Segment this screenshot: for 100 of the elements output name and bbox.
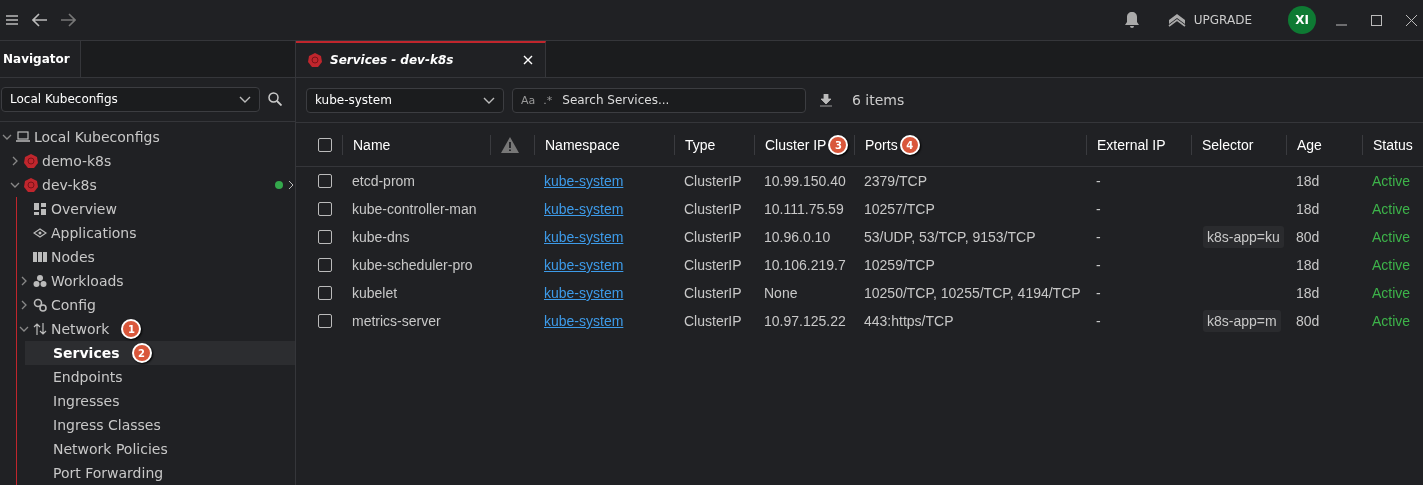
table-cell-text: kubelet xyxy=(351,284,399,303)
table-cell-text: - xyxy=(1095,228,1102,247)
column-header[interactable]: Status xyxy=(1362,135,1423,155)
chevron-right-icon xyxy=(19,276,29,286)
status-text: Active xyxy=(1371,172,1412,191)
tree-item[interactable]: demo-k8s xyxy=(8,149,295,173)
column-header[interactable]: Ports xyxy=(865,137,898,153)
user-avatar[interactable]: XI xyxy=(1288,6,1316,34)
table-cell-text: 2379/TCP xyxy=(863,172,929,191)
namespace-link[interactable]: kube-system xyxy=(544,257,624,273)
table-cell-text: kube-scheduler-pro xyxy=(351,256,474,275)
forward-arrow-icon[interactable] xyxy=(60,13,76,27)
table-cell-text: ClusterIP xyxy=(683,200,743,219)
table-cell-text: ClusterIP xyxy=(683,284,743,303)
table-cell-text: etcd-prom xyxy=(351,172,417,191)
selector-tag: k8s-app=m xyxy=(1203,310,1281,332)
column-header[interactable]: Name xyxy=(342,135,490,155)
select-all-checkbox[interactable] xyxy=(318,138,332,152)
column-header[interactable]: External IP xyxy=(1086,135,1191,155)
column-header[interactable]: Selector xyxy=(1191,135,1286,155)
table-cell-text: - xyxy=(1095,312,1102,331)
tree-item[interactable]: Network 1 xyxy=(17,317,295,341)
cluster-icon xyxy=(24,154,38,168)
table-cell-text: 53/UDP, 53/TCP, 9153/TCP xyxy=(863,228,1037,247)
tree-item[interactable]: Nodes xyxy=(17,245,295,269)
table-cell-text: - xyxy=(1095,256,1102,275)
column-header[interactable]: Age xyxy=(1286,135,1362,155)
status-text: Active xyxy=(1371,312,1412,331)
namespace-link[interactable]: kube-system xyxy=(544,173,624,189)
tree-item[interactable]: Workloads xyxy=(17,269,295,293)
bell-icon[interactable] xyxy=(1123,11,1140,29)
tree-item[interactable]: Ingress Classes xyxy=(25,413,295,437)
caret-icon xyxy=(483,95,495,105)
maximize-icon[interactable] xyxy=(1371,14,1382,26)
tree-item[interactable]: Applications xyxy=(17,221,295,245)
tree-item[interactable]: Port Forwarding xyxy=(25,461,295,485)
upgrade-button[interactable]: UPGRADE xyxy=(1161,11,1258,29)
row-checkbox[interactable] xyxy=(318,202,332,216)
tree-item[interactable]: Services 2 xyxy=(25,341,295,365)
tree-item[interactable]: Ingresses xyxy=(25,389,295,413)
status-dot xyxy=(275,181,283,189)
table-cell-text: 10.97.125.22 xyxy=(763,312,847,331)
namespace-link[interactable]: kube-system xyxy=(544,201,624,217)
table-cell-text: ClusterIP xyxy=(683,172,743,191)
table-cell-text: kube-dns xyxy=(351,228,411,247)
row-checkbox[interactable] xyxy=(318,314,332,328)
close-icon[interactable] xyxy=(1406,14,1417,26)
tree-item[interactable]: dev-k8s xyxy=(8,173,295,197)
namespace-dropdown[interactable]: kube-system xyxy=(306,87,504,113)
kubeconfig-dropdown[interactable]: Local Kubeconfigs xyxy=(1,86,260,112)
gears-icon xyxy=(33,298,47,312)
table-cell-text: None xyxy=(763,284,799,303)
tree-item[interactable]: Config xyxy=(17,293,295,317)
table-cell-text: metrics-server xyxy=(351,312,442,331)
table-cell-text: 80d xyxy=(1295,312,1321,331)
match-case-toggle[interactable]: Aa xyxy=(521,93,536,107)
chevron-down-icon xyxy=(19,324,29,334)
tree-item[interactable]: Endpoints xyxy=(25,365,295,389)
column-header[interactable]: Namespace xyxy=(534,135,674,155)
cluster-icon xyxy=(308,53,322,67)
search-icon[interactable] xyxy=(268,92,282,107)
table-cell-text: ClusterIP xyxy=(683,312,743,331)
menu-icon[interactable] xyxy=(6,14,20,26)
table-cell-text: 443:https/TCP xyxy=(863,312,955,331)
table-cell-text: 18d xyxy=(1295,172,1321,191)
chevron-right-icon xyxy=(19,300,29,310)
table-cell-text: - xyxy=(1095,172,1102,191)
table-cell-text: ClusterIP xyxy=(683,256,743,275)
row-checkbox[interactable] xyxy=(318,286,332,300)
tree-item[interactable]: Network Policies xyxy=(25,437,295,461)
tree-item[interactable]: Local Kubeconfigs xyxy=(0,125,295,149)
chevrons-up-icon xyxy=(1167,12,1186,28)
back-arrow-icon[interactable] xyxy=(32,13,48,27)
row-checkbox[interactable] xyxy=(318,230,332,244)
table-cell-text: 10257/TCP xyxy=(863,200,936,219)
row-checkbox[interactable] xyxy=(318,258,332,272)
regex-toggle[interactable]: .* xyxy=(543,93,553,107)
namespace-link[interactable]: kube-system xyxy=(544,285,624,301)
download-icon[interactable] xyxy=(820,93,832,107)
chevron-right-icon xyxy=(287,181,295,189)
search-field[interactable]: Aa .* Search Services... xyxy=(512,87,806,113)
row-checkbox[interactable] xyxy=(318,174,332,188)
selector-tag: k8s-app=ku xyxy=(1203,226,1284,248)
cluster-icon xyxy=(24,178,38,192)
table-cell-text: - xyxy=(1095,200,1102,219)
table-cell-text: kube-controller-man xyxy=(351,200,478,219)
services-tab[interactable]: Services - dev-k8s xyxy=(296,41,546,77)
callout-badge: 4 xyxy=(899,135,920,155)
status-text: Active xyxy=(1371,256,1412,275)
namespace-link[interactable]: kube-system xyxy=(544,229,624,245)
table-cell-text: - xyxy=(1095,284,1102,303)
chevron-right-icon xyxy=(10,156,20,166)
namespace-link[interactable]: kube-system xyxy=(544,313,624,329)
tree-item[interactable]: Overview xyxy=(17,197,295,221)
column-header[interactable]: Cluster IP xyxy=(765,137,827,153)
navigator-tab[interactable]: Navigator xyxy=(0,41,81,77)
column-header[interactable]: Type xyxy=(674,135,754,155)
table-cell-text: ClusterIP xyxy=(683,228,743,247)
laptop-icon xyxy=(16,130,30,144)
status-text: Active xyxy=(1371,228,1412,247)
